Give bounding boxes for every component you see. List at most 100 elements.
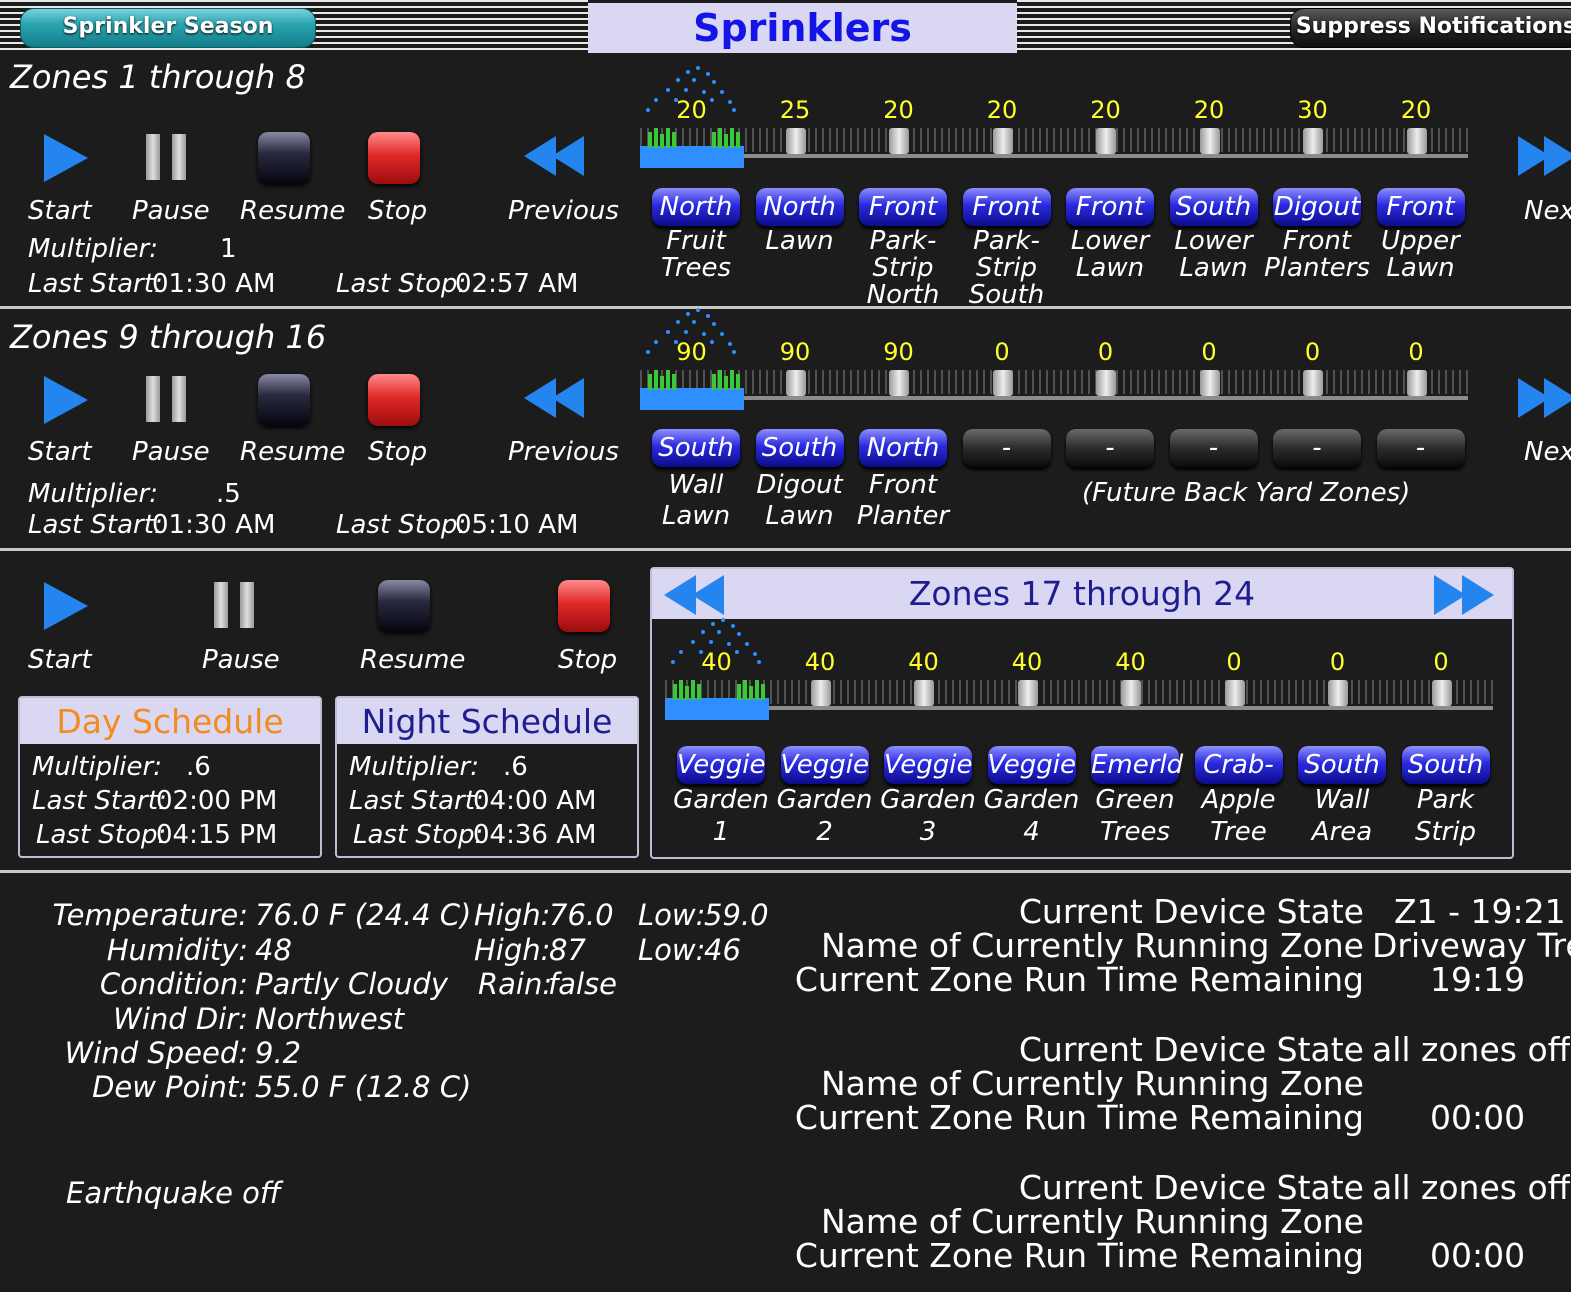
- zone-button-6[interactable]: -: [1169, 429, 1258, 467]
- zone-slider-8[interactable]: 20: [1365, 96, 1468, 168]
- zone-button-6[interactable]: Crab-: [1194, 746, 1283, 784]
- zone-button-8[interactable]: Front: [1376, 188, 1465, 226]
- group2-last-stop-label: Last Stop:: [336, 510, 467, 540]
- group2-resume-button[interactable]: [244, 370, 324, 430]
- group3-title: Zones 17 through 24: [908, 574, 1256, 613]
- zone-button-7[interactable]: Digout: [1273, 188, 1361, 226]
- zone-slider-6[interactable]: 0: [1183, 648, 1286, 720]
- zone-slider-3[interactable]: 90: [847, 338, 950, 410]
- group2-pause-button[interactable]: [128, 370, 208, 430]
- slider-knob[interactable]: [1096, 370, 1116, 396]
- zone-slider-5[interactable]: 20: [1054, 96, 1157, 168]
- slider-knob[interactable]: [1017, 680, 1038, 706]
- zone-slider-5[interactable]: 0: [1054, 338, 1157, 410]
- slider-knob[interactable]: [1096, 128, 1116, 154]
- group2-stop-button[interactable]: [354, 370, 434, 430]
- zone-button-7[interactable]: -: [1273, 429, 1361, 467]
- zone-button-5[interactable]: -: [1066, 429, 1154, 467]
- zone-slider-2[interactable]: 90: [744, 338, 847, 410]
- zone-button-8[interactable]: -: [1376, 429, 1465, 467]
- zone-slider-2[interactable]: 25: [744, 96, 847, 168]
- zone-slider-7[interactable]: 0: [1261, 338, 1364, 410]
- zone-button-2[interactable]: South: [755, 429, 844, 467]
- slider-knob[interactable]: [1328, 680, 1348, 706]
- zone-button-5[interactable]: Front: [1066, 188, 1154, 226]
- slider-knob[interactable]: [889, 370, 909, 396]
- slider-knob[interactable]: [914, 680, 934, 706]
- slider-knob[interactable]: [1406, 128, 1427, 154]
- condition-label: Condition:: [99, 967, 248, 1001]
- zone-run-minutes: 0: [1304, 338, 1321, 366]
- zone-button-7[interactable]: South: [1298, 746, 1386, 784]
- suppress-notifications-button[interactable]: Suppress Notifications: [1290, 8, 1571, 48]
- zone-button-8[interactable]: South: [1401, 746, 1490, 784]
- slider-knob[interactable]: [785, 128, 806, 154]
- group3-next-button[interactable]: [1432, 573, 1502, 617]
- zone-button-1[interactable]: South: [652, 429, 740, 467]
- group2-previous-button[interactable]: [518, 374, 598, 434]
- zone-slider-4[interactable]: 0: [951, 338, 1054, 410]
- zone-slider-6[interactable]: 0: [1158, 338, 1261, 410]
- group2-next-label: Nex: [1524, 437, 1571, 467]
- slider-knob[interactable]: [1199, 128, 1220, 154]
- group3-pause-button[interactable]: [196, 576, 276, 636]
- group3-start-button[interactable]: [26, 576, 106, 636]
- slider-knob[interactable]: [785, 370, 806, 396]
- slider-knob[interactable]: [810, 680, 831, 706]
- slider-knob[interactable]: [992, 128, 1013, 154]
- zone-button-2[interactable]: North: [755, 188, 844, 226]
- group1-previous-button[interactable]: [518, 132, 598, 192]
- zone-button-6[interactable]: South: [1169, 188, 1258, 226]
- zone-slider-3[interactable]: 20: [847, 96, 950, 168]
- group2-last-start-value: 01:30 AM: [152, 510, 276, 540]
- slider-knob[interactable]: [992, 370, 1013, 396]
- sprinkler-season-button[interactable]: Sprinkler Season: [20, 8, 316, 48]
- slider-knob[interactable]: [1199, 370, 1220, 396]
- group2-start-button[interactable]: [26, 370, 106, 430]
- temperature-label: Temperature:: [52, 898, 248, 932]
- zone-button-5[interactable]: Emerld: [1091, 746, 1183, 784]
- night-last-start-label: Last Start:: [349, 786, 484, 816]
- zone-slider-4[interactable]: 20: [951, 96, 1054, 168]
- zone-button-4[interactable]: Veggie: [987, 746, 1076, 784]
- zone-button-1[interactable]: North: [652, 188, 740, 226]
- zone-slider-8[interactable]: 0: [1365, 338, 1468, 410]
- slider-knob[interactable]: [1303, 128, 1323, 154]
- group3-previous-button[interactable]: [662, 573, 732, 617]
- zone-slider-5[interactable]: 40: [1079, 648, 1182, 720]
- slider-knob[interactable]: [1303, 370, 1323, 396]
- slider-knob[interactable]: [1431, 680, 1452, 706]
- group1-start-button[interactable]: [26, 128, 106, 188]
- zone-button-4[interactable]: -: [962, 429, 1051, 467]
- group1-pause-button[interactable]: [128, 128, 208, 188]
- slider-knob[interactable]: [1121, 680, 1141, 706]
- zone-slider-1[interactable]: 40: [665, 618, 768, 720]
- zone-slider-8[interactable]: 0: [1390, 648, 1493, 720]
- zone-slider-6[interactable]: 20: [1158, 96, 1261, 168]
- humidity-label: Humidity:: [106, 933, 248, 967]
- slider-knob[interactable]: [1406, 370, 1427, 396]
- zone-slider-2[interactable]: 40: [769, 648, 872, 720]
- zone-slider-4[interactable]: 40: [976, 648, 1079, 720]
- zone-slider-1[interactable]: 20: [640, 66, 743, 168]
- zone-button-2[interactable]: Veggie: [780, 746, 869, 784]
- group1-next-button[interactable]: [1514, 132, 1571, 192]
- zone-name-8: Park Strip: [1414, 785, 1477, 847]
- zone-slider-1[interactable]: 90: [640, 308, 743, 410]
- slider-knob[interactable]: [1224, 680, 1245, 706]
- zone-button-3[interactable]: North: [859, 429, 947, 467]
- group3-resume-button[interactable]: [364, 576, 444, 636]
- zone-slider-3[interactable]: 40: [872, 648, 975, 720]
- zone-button-3[interactable]: Front: [859, 188, 947, 226]
- zone-button-1[interactable]: Veggie: [677, 746, 766, 784]
- zone-button-3[interactable]: Veggie: [884, 746, 973, 784]
- zone-slider-7[interactable]: 0: [1286, 648, 1389, 720]
- group3-stop-button[interactable]: [544, 576, 624, 636]
- play-icon: [44, 134, 88, 182]
- zone-slider-7[interactable]: 30: [1261, 96, 1364, 168]
- group2-next-button[interactable]: [1514, 374, 1571, 434]
- group1-stop-button[interactable]: [354, 128, 434, 188]
- zone-button-4[interactable]: Front: [962, 188, 1051, 226]
- group1-resume-button[interactable]: [244, 128, 324, 188]
- slider-knob[interactable]: [889, 128, 909, 154]
